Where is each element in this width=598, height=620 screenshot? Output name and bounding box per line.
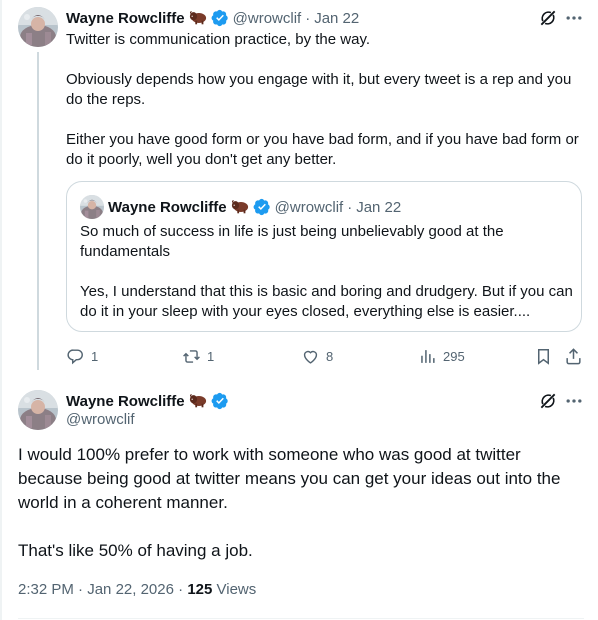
quoted-tweet-header: Wayne Rowcliffe @wrowclif · Jan 22	[108, 196, 401, 218]
author-handle[interactable]: @wrowclif	[233, 10, 302, 27]
quoted-tweet-text: So much of success in life is just being…	[80, 222, 575, 322]
tweet-date: Jan 22	[356, 198, 402, 216]
like-count: 8	[326, 349, 334, 364]
separator: ·	[347, 198, 353, 216]
quoted-paragraph: So much of success in life is just being…	[80, 223, 504, 260]
tweet-1[interactable]: Wayne Rowcliffe @wrowclif · Jan 22 Twitt…	[0, 0, 598, 378]
views-label: Views	[216, 581, 257, 598]
grok-icon[interactable]	[538, 391, 558, 411]
avatar	[80, 195, 104, 219]
bison-emoji-icon	[189, 393, 207, 409]
tweet-date[interactable]: Jan 22	[314, 10, 359, 27]
tweet-text: I would 100% prefer to work with someone…	[18, 443, 588, 563]
quoted-tweet[interactable]: Wayne Rowcliffe @wrowclif · Jan 22 So mu…	[66, 181, 582, 332]
verified-icon	[253, 198, 271, 216]
verified-icon[interactable]	[211, 9, 229, 27]
verified-icon[interactable]	[211, 392, 229, 410]
heart-icon	[303, 350, 318, 364]
tweet-actions: 1 1 8 295	[66, 347, 588, 367]
author-handle[interactable]: @wrowclif	[66, 411, 135, 428]
avatar[interactable]	[18, 390, 58, 430]
grok-icon[interactable]	[538, 8, 558, 28]
repost-icon	[183, 350, 200, 363]
tweet-paragraph: Twitter is communication practice, by th…	[66, 31, 370, 48]
avatar[interactable]	[18, 7, 58, 47]
views-button[interactable]: 295	[418, 347, 465, 366]
tweet-header: Wayne Rowcliffe @wrowclif · Jan 22	[66, 8, 359, 28]
views-count: 125	[187, 581, 213, 598]
thread-connector-line	[37, 52, 39, 370]
reply-count: 1	[91, 349, 99, 364]
more-icon[interactable]	[564, 391, 584, 411]
repost-button[interactable]: 1	[182, 347, 214, 366]
author-handle: @wrowclif	[274, 198, 344, 216]
tweet-paragraph: Obviously depends how you engage with it…	[66, 71, 572, 108]
analytics-icon	[421, 350, 435, 363]
separator: ·	[78, 581, 84, 598]
tweet-2: Wayne Rowcliffe @wrowclif I would 100% p…	[0, 378, 598, 620]
bison-emoji-icon	[231, 199, 249, 215]
bookmark-icon	[537, 349, 550, 365]
author-name: Wayne Rowcliffe	[108, 198, 227, 216]
bison-emoji-icon	[189, 10, 207, 26]
tweet-paragraph: Either you have good form or you have ba…	[66, 131, 579, 168]
author-name[interactable]: Wayne Rowcliffe	[66, 393, 185, 410]
reply-icon	[67, 349, 83, 365]
tweet-header: Wayne Rowcliffe	[66, 391, 229, 411]
repost-count: 1	[207, 349, 215, 364]
author-name[interactable]: Wayne Rowcliffe	[66, 10, 185, 27]
tweet-date[interactable]: Jan 22, 2026	[87, 581, 174, 598]
tweet-metadata: 2:32 PM · Jan 22, 2026 · 125 Views	[18, 581, 256, 598]
quoted-paragraph: Yes, I understand that this is basic and…	[80, 283, 573, 320]
tweet-time[interactable]: 2:32 PM	[18, 581, 74, 598]
like-button[interactable]: 8	[301, 347, 333, 366]
share-button[interactable]	[564, 347, 583, 366]
bookmark-button[interactable]	[534, 347, 553, 366]
tweet-paragraph: I would 100% prefer to work with someone…	[18, 445, 561, 512]
separator: ·	[305, 9, 311, 27]
reply-button[interactable]: 1	[66, 347, 98, 366]
share-icon	[566, 348, 581, 365]
divider	[18, 618, 584, 619]
views-count: 295	[443, 349, 465, 364]
tweet-text: Twitter is communication practice, by th…	[66, 30, 588, 170]
tweet-paragraph: That's like 50% of having a job.	[18, 541, 253, 560]
separator: ·	[178, 581, 184, 598]
more-icon[interactable]	[564, 8, 584, 28]
